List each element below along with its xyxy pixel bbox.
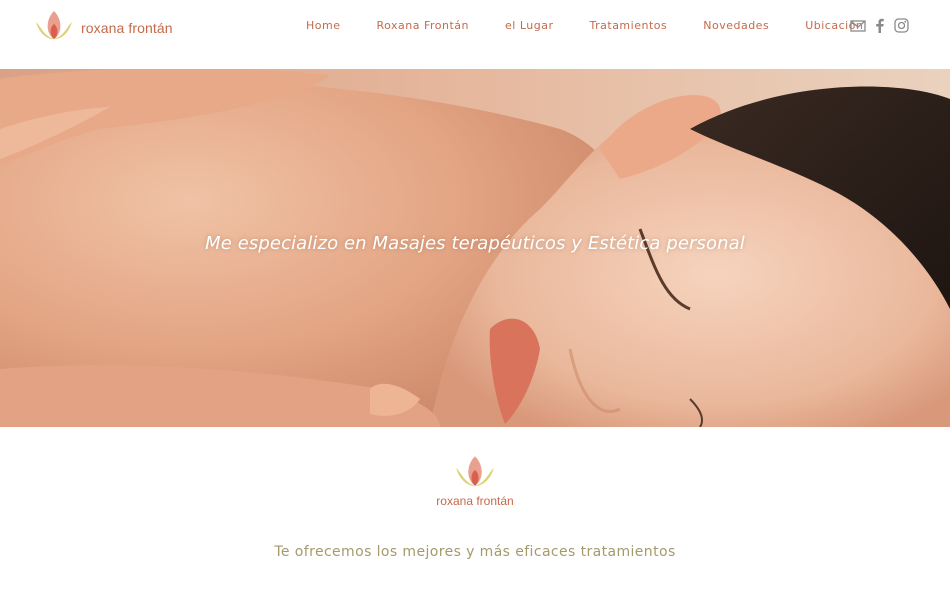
nav-novedades[interactable]: Novedades	[703, 19, 769, 33]
main-nav: Home Roxana Frontán el Lugar Tratamiento…	[306, 19, 863, 33]
offer-heading: Te ofrecemos los mejores y más eficaces …	[274, 544, 676, 560]
section-logo: roxana frontán	[0, 455, 950, 508]
lotus-icon	[454, 455, 496, 492]
site-logo[interactable]: roxana frontán	[34, 10, 173, 45]
section-logo-text: roxana frontán	[436, 494, 514, 508]
hero-tagline: Me especializo en Masajes terapéuticos y…	[205, 233, 745, 254]
nav-tratamientos[interactable]: Tratamientos	[590, 19, 668, 33]
social-links	[850, 18, 909, 33]
nav-home[interactable]: Home	[306, 19, 340, 33]
mail-icon[interactable]	[850, 19, 866, 33]
logo-text: roxana frontán	[81, 19, 173, 36]
nav-roxana-frontan[interactable]: Roxana Frontán	[376, 19, 469, 33]
site-header: roxana frontán Home Roxana Frontán el Lu…	[0, 0, 950, 69]
lotus-icon	[34, 10, 74, 45]
hero-banner: Me especializo en Masajes terapéuticos y…	[0, 69, 950, 427]
facebook-icon[interactable]	[875, 18, 885, 33]
instagram-icon[interactable]	[894, 18, 909, 33]
nav-el-lugar[interactable]: el Lugar	[505, 19, 553, 33]
